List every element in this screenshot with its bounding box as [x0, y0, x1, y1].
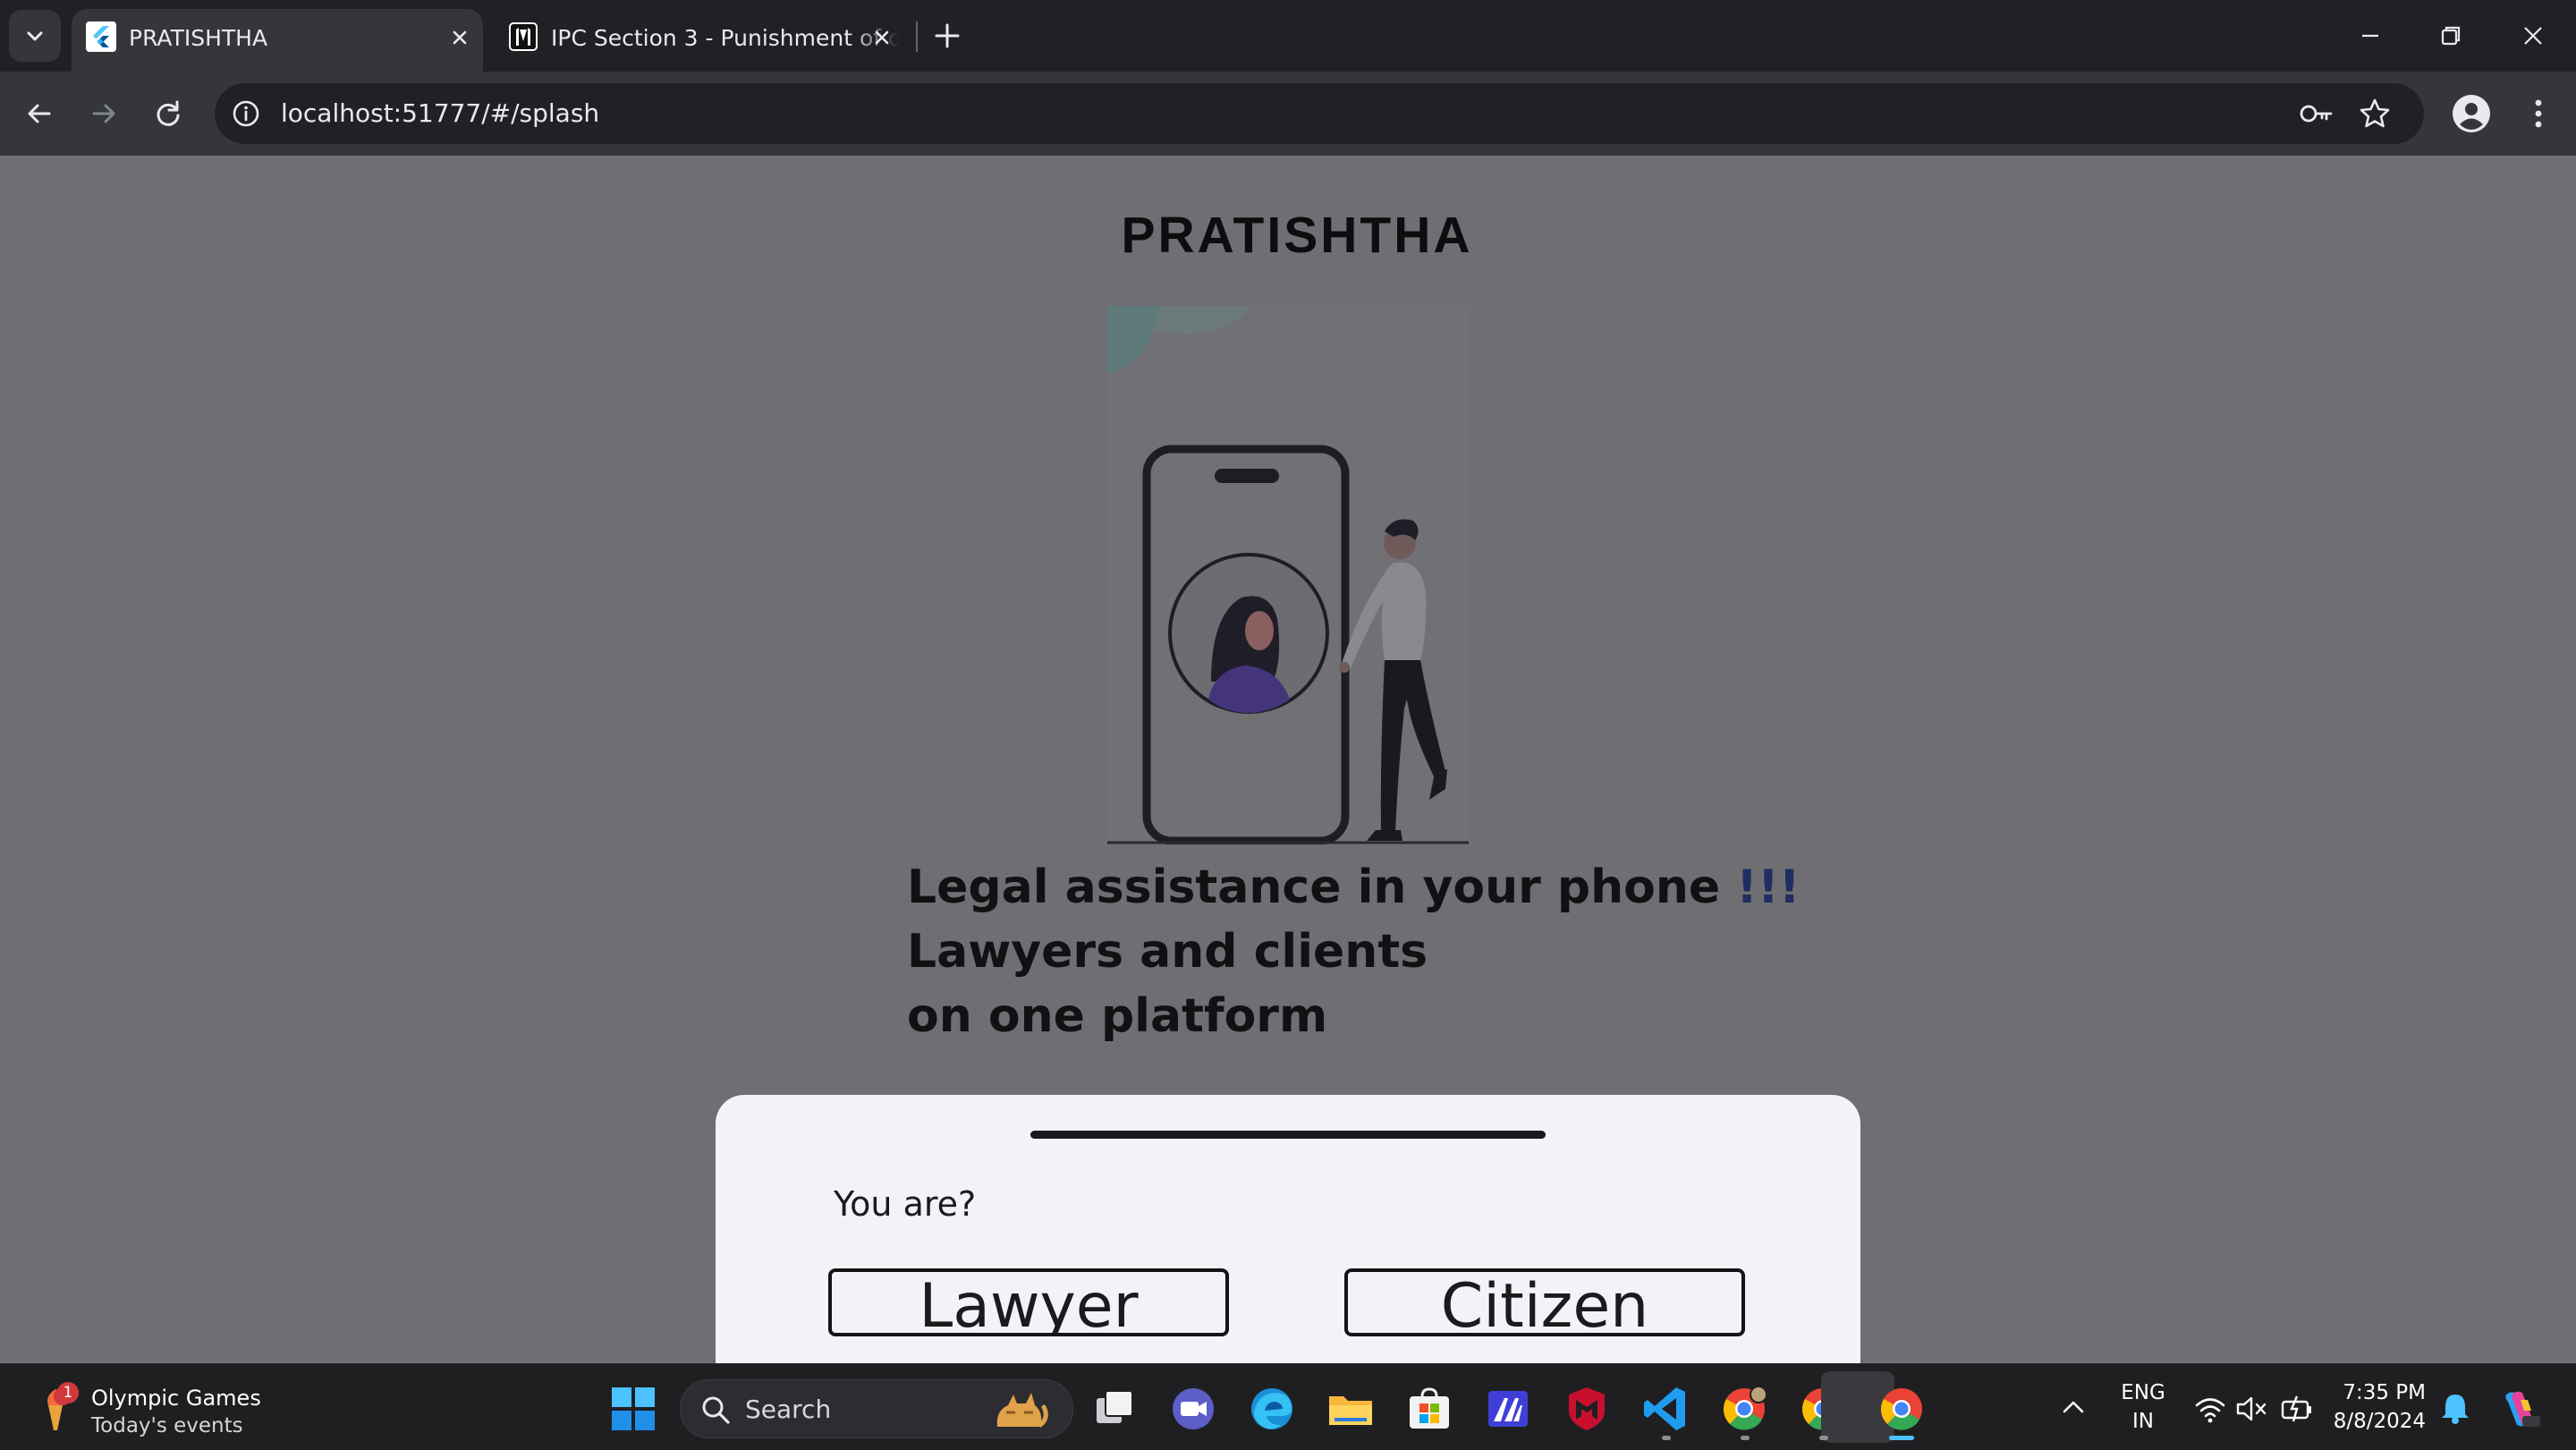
chevron-up-icon[interactable] — [2057, 1393, 2089, 1421]
copilot-icon[interactable] — [2497, 1387, 2542, 1430]
restore-window-icon[interactable] — [2433, 18, 2469, 54]
tagline-line-1: Legal assistance in your phone !!! — [907, 855, 1800, 920]
password-key-icon[interactable] — [2299, 98, 2334, 130]
widget-subtitle: Today's events — [91, 1414, 243, 1437]
site-info-icon[interactable] — [231, 98, 261, 129]
system-clock[interactable]: 7:35 PM 8/8/2024 — [2326, 1378, 2426, 1436]
chevron-down-icon — [27, 31, 43, 41]
tab-search-button[interactable] — [9, 10, 61, 62]
chrome-active-icon[interactable] — [1877, 1384, 1927, 1434]
back-arrow-icon[interactable] — [20, 94, 59, 133]
tagline-text: Legal assistance in your phone — [907, 861, 1737, 914]
reload-icon[interactable] — [148, 94, 188, 133]
close-window-icon[interactable] — [2515, 18, 2551, 54]
tagline-line-3: on one platform — [907, 989, 1328, 1043]
windows-taskbar: 1 Olympic Games Today's events Search EN… — [0, 1363, 2576, 1450]
mcafee-shield-icon[interactable] — [1562, 1384, 1612, 1434]
taskbar-search-box[interactable]: Search — [680, 1379, 1073, 1438]
app-title: PRATISHTHA — [1121, 207, 1473, 264]
flutter-icon — [86, 21, 116, 52]
bookmark-star-icon[interactable] — [2358, 97, 2392, 131]
clock-date: 8/8/2024 — [2333, 1410, 2426, 1433]
cat-doodle-icon — [996, 1393, 1048, 1428]
edge-browser-icon[interactable] — [1247, 1384, 1297, 1434]
widget-title: Olympic Games — [91, 1386, 261, 1411]
app-viewport: PRATISHTHA Legal assistance in your phon… — [0, 156, 2576, 1363]
sheet-drag-handle[interactable] — [1030, 1131, 1546, 1139]
browser-tab-strip: PRATISHTHA IPC Section 3 - Punishment of… — [0, 0, 2576, 72]
windows-start-icon[interactable] — [610, 1386, 657, 1432]
tagline-exclaim: !!! — [1736, 861, 1801, 914]
close-tab-icon[interactable] — [447, 25, 472, 50]
wifi-icon[interactable] — [2193, 1393, 2227, 1425]
active-indicator — [1889, 1436, 1914, 1440]
forward-arrow-icon[interactable] — [84, 94, 123, 133]
widget-badge: 1 — [57, 1382, 79, 1403]
browser-toolbar: localhost:51777/#/splash — [0, 72, 2576, 156]
microsoft-store-icon[interactable] — [1404, 1384, 1454, 1434]
role-bottom-sheet: You are? Lawyer Citizen — [716, 1095, 1860, 1363]
lang-region: IN — [2132, 1410, 2154, 1433]
search-icon — [702, 1396, 730, 1424]
citizen-button[interactable]: Citizen — [1344, 1268, 1745, 1336]
running-indicator — [1741, 1436, 1750, 1440]
vscode-icon[interactable] — [1640, 1384, 1690, 1434]
tagline-line-2: Lawyers and clients — [907, 925, 1428, 979]
kebab-menu-icon[interactable] — [2521, 95, 2556, 132]
clock-time: 7:35 PM — [2343, 1381, 2426, 1404]
lawyer-button[interactable]: Lawyer — [828, 1268, 1229, 1336]
url-text[interactable]: localhost:51777/#/splash — [281, 98, 599, 128]
tab-ipc-section[interactable]: IPC Section 3 - Punishment of offences — [494, 9, 914, 72]
tab-title: PRATISHTHA — [129, 25, 268, 51]
minimize-icon[interactable] — [2352, 18, 2388, 54]
lang-code: ENG — [2121, 1381, 2165, 1404]
running-indicator — [1819, 1436, 1828, 1440]
role-question: You are? — [834, 1184, 977, 1224]
phone-illustration — [1107, 306, 1469, 844]
tab-title: IPC Section 3 - Punishment of offences — [551, 25, 900, 51]
battery-charging-icon[interactable] — [2279, 1391, 2315, 1425]
tagline: Legal assistance in your phone !!! Lawye… — [907, 855, 1800, 1048]
search-placeholder: Search — [745, 1395, 832, 1424]
meet-now-icon[interactable] — [1168, 1384, 1218, 1434]
notification-bell-icon[interactable] — [2440, 1391, 2470, 1425]
close-tab-icon[interactable] — [869, 25, 894, 50]
task-view-icon[interactable] — [1089, 1384, 1140, 1434]
chrome-profile-icon[interactable] — [1719, 1384, 1769, 1434]
volume-muted-icon[interactable] — [2234, 1393, 2268, 1425]
tab-pratishtha[interactable]: PRATISHTHA — [72, 9, 483, 72]
running-indicator — [1662, 1436, 1671, 1440]
profile-avatar-icon[interactable] — [2451, 93, 2492, 134]
editor-app-icon[interactable] — [1483, 1384, 1533, 1434]
law-site-icon — [509, 22, 538, 51]
file-explorer-icon[interactable] — [1326, 1384, 1376, 1434]
tab-separator — [916, 21, 918, 52]
language-indicator[interactable]: ENG IN — [2118, 1378, 2168, 1436]
address-bar[interactable]: localhost:51777/#/splash — [215, 83, 2424, 144]
widgets-button[interactable]: 1 Olympic Games Today's events — [36, 1378, 268, 1437]
new-tab-icon[interactable] — [931, 20, 963, 52]
